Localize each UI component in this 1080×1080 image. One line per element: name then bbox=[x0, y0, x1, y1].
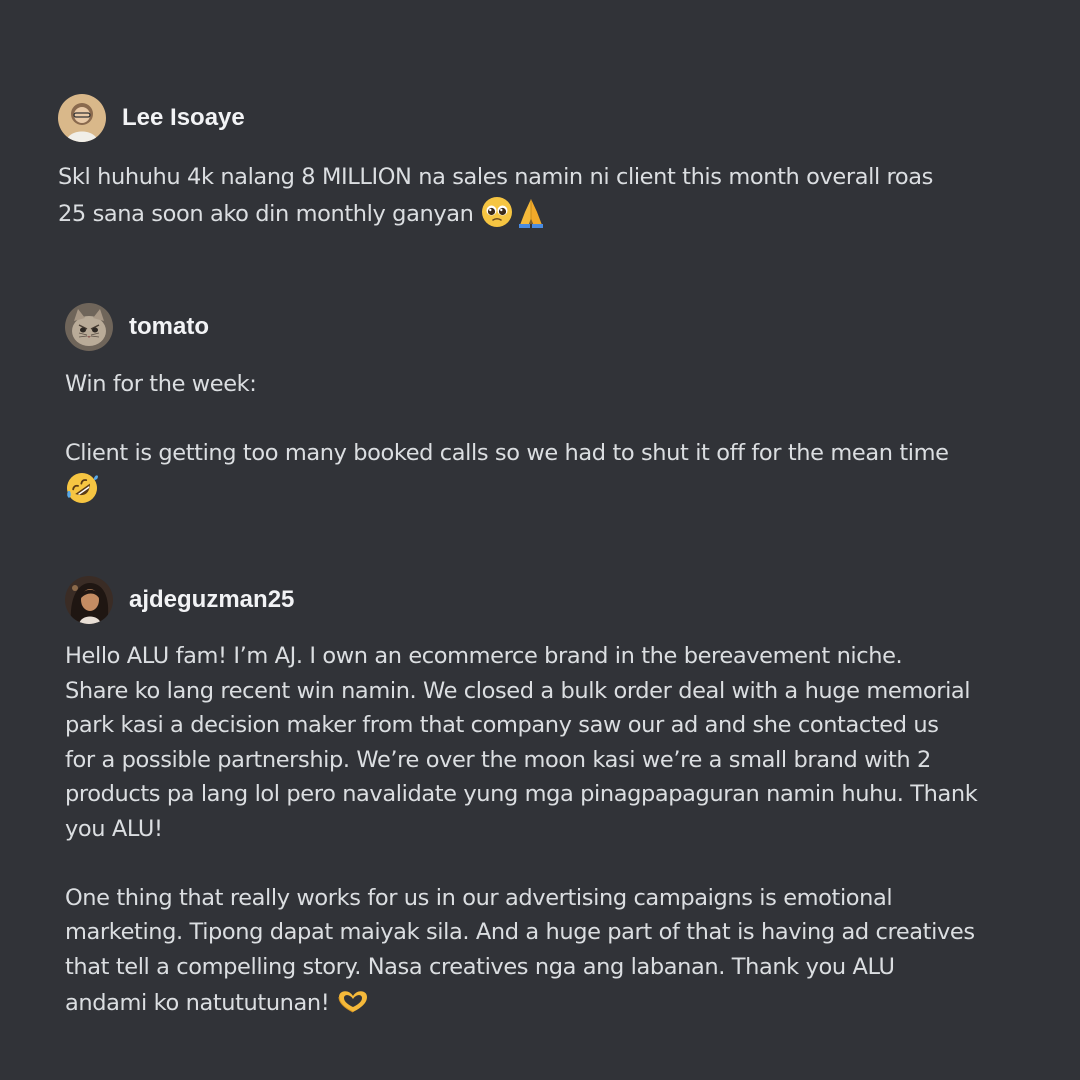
username[interactable]: tomato bbox=[129, 313, 209, 341]
message-content: Skl huhuhu 4k nalang 8 MILLION na sales … bbox=[58, 160, 1038, 231]
message-line: Hello ALU fam! I’m AJ. I own an ecommerc… bbox=[65, 643, 903, 669]
message-line: products pa lang lol pero navalidate yun… bbox=[65, 781, 978, 807]
message-line: Client is getting too many booked calls … bbox=[65, 440, 949, 466]
pleading-face-icon bbox=[480, 195, 514, 229]
rolling-on-floor-laughing-icon bbox=[65, 471, 99, 505]
user-avatar-icon[interactable] bbox=[58, 94, 106, 142]
message-line: that tell a compelling story. Nasa creat… bbox=[65, 953, 895, 980]
message-line: 25 sana soon ako din monthly ganyan bbox=[58, 200, 481, 227]
user-avatar-icon[interactable] bbox=[65, 576, 113, 624]
message-header: tomato bbox=[65, 303, 1080, 351]
message-line: Skl huhuhu 4k nalang 8 MILLION na sales … bbox=[58, 164, 933, 190]
message-line: for a possible partnership. We’re over t… bbox=[65, 746, 931, 773]
message-line: marketing. Tipong dapat maiyak sila. And… bbox=[65, 919, 975, 945]
message-line: One thing that really works for us in ou… bbox=[65, 884, 893, 911]
cat-avatar-icon[interactable] bbox=[65, 303, 113, 351]
heart-hands-icon bbox=[336, 984, 370, 1018]
message-line: andami ko natututunan! bbox=[65, 990, 337, 1016]
message-header: ajdeguzman25 bbox=[65, 576, 1080, 624]
message-content: Win for the week: Client is getting too … bbox=[65, 367, 1045, 507]
message: tomato Win for the week: Client is getti… bbox=[0, 303, 1080, 503]
username[interactable]: Lee Isoaye bbox=[122, 104, 245, 132]
message-content: Hello ALU fam! I’m AJ. I own an ecommerc… bbox=[65, 639, 1045, 1021]
message-line: park kasi a decision maker from that com… bbox=[65, 712, 939, 738]
username[interactable]: ajdeguzman25 bbox=[129, 586, 294, 614]
message-line: Share ko lang recent win namin. We close… bbox=[65, 677, 971, 704]
message-header: Lee Isoaye bbox=[58, 94, 1080, 142]
message-line: Win for the week: bbox=[65, 371, 257, 397]
message-line: you ALU! bbox=[65, 815, 163, 842]
folded-hands-icon bbox=[514, 195, 548, 229]
message: Lee Isoaye Skl huhuhu 4k nalang 8 MILLIO… bbox=[0, 94, 1080, 228]
message: ajdeguzman25 Hello ALU fam! I’m AJ. I ow… bbox=[0, 576, 1080, 1016]
